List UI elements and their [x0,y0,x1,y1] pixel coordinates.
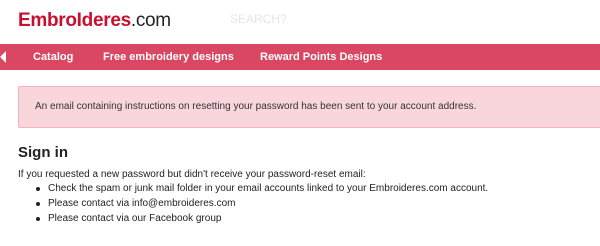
success-alert: An email containing instructions on rese… [18,86,600,128]
tip-spam-folder-text: Check the spam or junk mail folder in yo… [48,183,489,194]
list-item: Please contact via info@embroideres.com [36,196,488,211]
bullet-icon [36,202,40,206]
nav-item-catalog[interactable]: Catalog [33,50,73,64]
search-input[interactable] [230,8,430,30]
page-title: Sign in [18,144,68,161]
tip-facebook-prefix: Please contact via our [48,213,150,224]
list-item: Please contact via our Facebook group [36,211,488,226]
list-item: Check the spam or junk mail folder in yo… [36,181,488,196]
nav-item-reward-points-designs[interactable]: Reward Points Designs [260,50,382,64]
nav-item-free-embroidery-designs[interactable]: Free embroidery designs [103,50,234,64]
logo-brand-text: EmbroIderеs [18,10,131,31]
contact-email-link[interactable]: info@embroideres.com [132,198,236,209]
home-icon[interactable] [0,51,6,63]
site-logo[interactable]: EmbroIderеs.com [18,10,171,32]
bullet-icon [36,217,40,221]
logo-domain-text: .com [130,10,171,31]
site-header: EmbroIderеs.com [0,0,600,44]
alert-message: An email containing instructions on rese… [35,101,477,112]
bullet-icon [36,187,40,191]
tip-contact-email-prefix: Please contact via [48,198,132,209]
help-tips-list: Check the spam or junk mail folder in yo… [36,181,488,226]
facebook-group-link[interactable]: Facebook group [149,213,221,224]
main-nav: Catalog Free embroidery designs Reward P… [0,44,600,70]
help-intro-text: If you requested a new password but didn… [18,169,366,180]
